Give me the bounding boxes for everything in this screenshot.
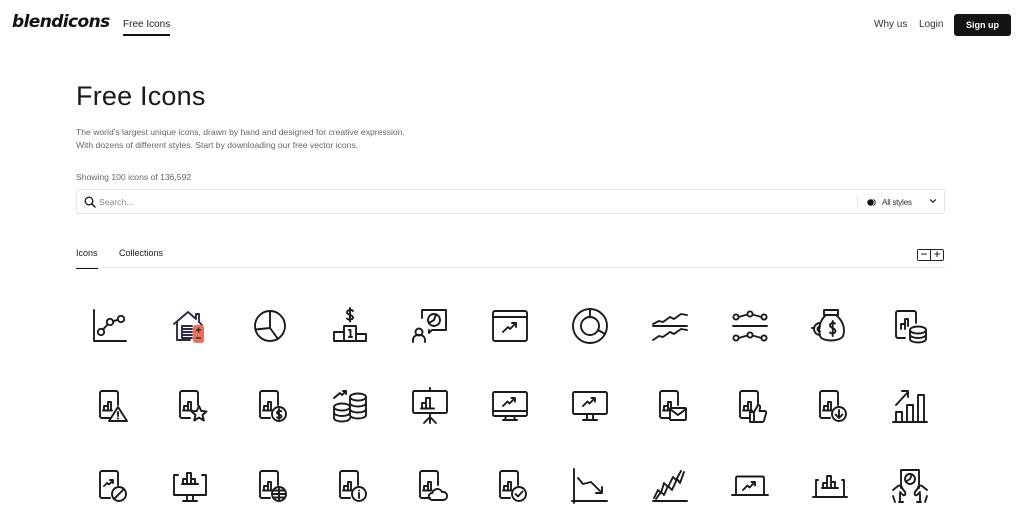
report-coins-icon: [895, 310, 927, 344]
icon-tile[interactable]: [870, 446, 950, 508]
icon-tile[interactable]: [390, 286, 470, 366]
donut-chart-icon: [572, 308, 608, 344]
results-count: Showing 100 icons of 136,592: [76, 172, 192, 182]
coins-growth-icon: [333, 390, 367, 423]
money-bag-magnet-icon: [811, 309, 845, 342]
icon-tile[interactable]: [550, 286, 630, 366]
icon-tile[interactable]: [790, 366, 870, 446]
icon-tile[interactable]: [870, 286, 950, 366]
report-dollar-icon: [259, 390, 287, 422]
page-description: The world's largest unique icons, drawn …: [76, 126, 405, 151]
laptop-trend-icon: [731, 475, 769, 496]
report-check-icon: [499, 470, 527, 502]
report-blocked-icon: [99, 470, 127, 502]
icon-tile[interactable]: [710, 286, 790, 366]
search-divider: [857, 195, 858, 209]
style-filter-label: All styles: [882, 197, 912, 207]
style-toggle-icon: [867, 198, 876, 206]
report-warning-icon: [99, 390, 128, 422]
report-download-icon: [819, 390, 847, 422]
line-chart-decline-icon: [571, 468, 608, 504]
bar-chart-growth-icon: [892, 390, 928, 423]
icon-tile[interactable]: [230, 446, 310, 508]
report-info-icon: [339, 470, 367, 502]
monitor-trend-icon: [492, 391, 528, 421]
icon-tile[interactable]: [150, 446, 230, 508]
grid-size-control: − +: [917, 249, 944, 261]
icon-tile[interactable]: [70, 446, 150, 508]
presentation-board-chart-icon: [412, 387, 448, 424]
browser-trend-up-icon: [492, 310, 528, 342]
desktop-trend-icon: [572, 391, 608, 421]
icon-tile[interactable]: [150, 366, 230, 446]
nav-free-icons[interactable]: Free Icons: [123, 19, 170, 30]
nav-active-indicator: [123, 34, 170, 36]
icon-tile[interactable]: [550, 446, 630, 508]
line-chart-dots-icon: [93, 309, 127, 342]
report-globe-icon: [259, 470, 287, 502]
style-filter-dropdown[interactable]: All styles: [865, 193, 943, 211]
tabs-divider: [76, 267, 945, 268]
nav-why-us[interactable]: Why us: [874, 19, 907, 30]
icon-tile[interactable]: [790, 446, 870, 508]
top-navigation: blendicons Free Icons Why us Login Sign …: [0, 0, 1024, 50]
icon-tile[interactable]: [630, 446, 710, 508]
zoom-in-button[interactable]: +: [931, 250, 943, 260]
icon-tile[interactable]: [230, 366, 310, 446]
page-title: Free Icons: [76, 81, 206, 111]
volatile-chart-icon: [652, 470, 688, 502]
icon-tile[interactable]: [70, 286, 150, 366]
monitor-bar-chart-icon: [173, 472, 207, 502]
presentation-speaker-icon: [412, 309, 447, 343]
icon-tile[interactable]: [470, 446, 550, 508]
chevron-down-icon: [929, 199, 937, 203]
icon-tile[interactable]: [870, 366, 950, 446]
icon-tile[interactable]: [310, 366, 390, 446]
icon-tile[interactable]: [70, 366, 150, 446]
house-calculator-icon: [173, 311, 204, 343]
bar-chart-box-icon: [812, 475, 848, 498]
zoom-out-button[interactable]: −: [918, 250, 930, 260]
icon-tile[interactable]: [790, 286, 870, 366]
pie-chart-icon: [254, 310, 286, 342]
signup-button[interactable]: Sign up: [954, 14, 1011, 36]
search-bar: All styles: [76, 189, 945, 214]
nav-login[interactable]: Login: [919, 19, 943, 30]
report-star-icon: [179, 390, 208, 422]
search-input[interactable]: [99, 194, 839, 209]
icon-tile[interactable]: [710, 446, 790, 508]
hands-report-icon: [892, 469, 928, 503]
description-line: The world's largest unique icons, drawn …: [76, 127, 405, 137]
icon-tile[interactable]: [390, 446, 470, 508]
report-like-icon: [739, 390, 768, 423]
description-line: With dozens of different styles. Start b…: [76, 139, 359, 150]
tab-icons[interactable]: Icons: [76, 248, 98, 258]
icon-tile[interactable]: [310, 286, 390, 366]
icon-tile[interactable]: [550, 366, 630, 446]
icon-tile[interactable]: [630, 286, 710, 366]
report-cloud-icon: [419, 470, 449, 501]
wave-lines-compare-icon: [652, 313, 688, 341]
icon-tile[interactable]: [470, 286, 550, 366]
icon-tile[interactable]: [630, 366, 710, 446]
icon-tile[interactable]: [310, 446, 390, 508]
icon-tile[interactable]: [230, 286, 310, 366]
icon-tile[interactable]: [390, 366, 470, 446]
report-mail-icon: [659, 390, 687, 421]
search-icon: [84, 196, 96, 208]
slider-nodes-icon: [732, 310, 768, 342]
icon-tile[interactable]: [470, 366, 550, 446]
logo[interactable]: blendicons: [12, 12, 110, 32]
icon-tile[interactable]: [710, 366, 790, 446]
podium-dollar-icon: [333, 307, 367, 342]
tab-collections[interactable]: Collections: [119, 248, 163, 258]
icon-tile[interactable]: [150, 286, 230, 366]
